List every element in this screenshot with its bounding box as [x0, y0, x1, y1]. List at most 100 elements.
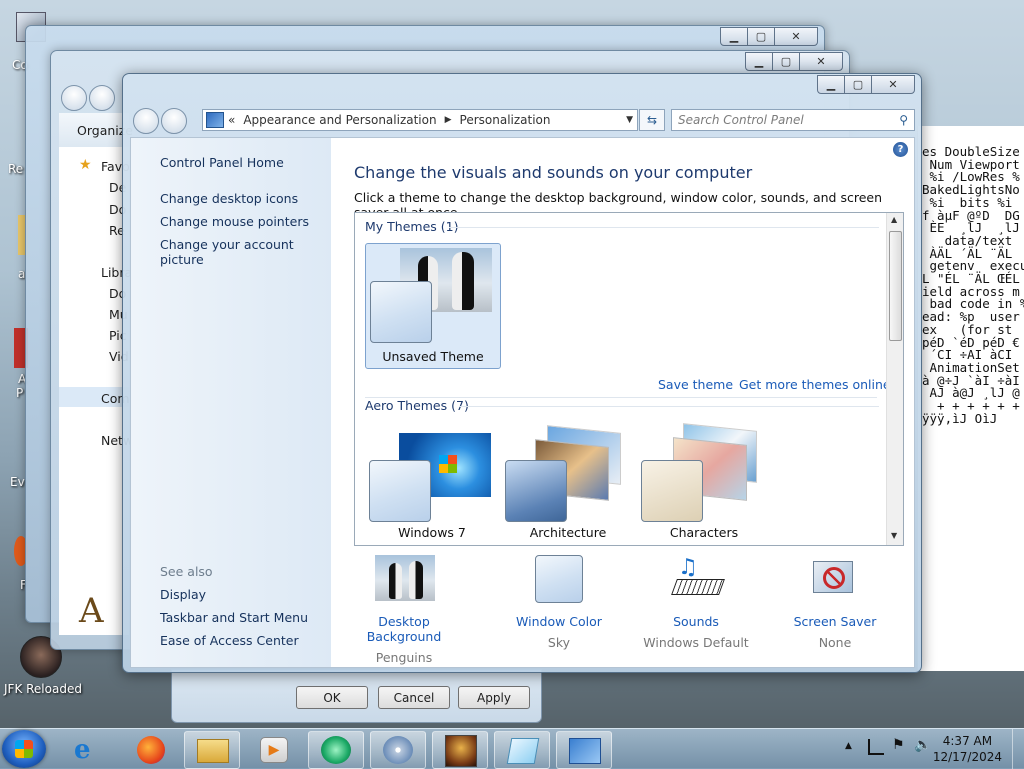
- cancel-button[interactable]: Cancel: [378, 686, 450, 709]
- desktop-icon-label: Re: [8, 162, 24, 176]
- taskbar-media-player[interactable]: ▶: [246, 731, 300, 767]
- desktop-icon-label: P: [16, 386, 24, 400]
- change-mouse-pointers-link[interactable]: Change mouse pointers: [160, 214, 309, 229]
- taskbar-firefox[interactable]: [124, 731, 178, 767]
- ok-button[interactable]: OK: [296, 686, 368, 709]
- help-icon[interactable]: ?: [893, 142, 908, 157]
- ease-of-access-link[interactable]: Ease of Access Center: [160, 633, 299, 648]
- search-icon: ⚲: [899, 113, 908, 127]
- page-title: Change the visuals and sounds on your co…: [354, 163, 753, 182]
- taskbar-notes[interactable]: [494, 731, 550, 769]
- action-center-flag-icon[interactable]: ⚑: [892, 737, 905, 753]
- refresh-button[interactable]: ⇆: [639, 109, 665, 131]
- back-button[interactable]: [133, 108, 159, 134]
- maximize-button[interactable]: ▢: [772, 52, 800, 71]
- search-placeholder: Search Control Panel: [678, 113, 804, 127]
- network-icon[interactable]: [868, 739, 884, 755]
- screen-saver-label[interactable]: Screen Saver: [775, 614, 895, 629]
- caption-buttons: ▁ ▢ ✕: [720, 27, 818, 46]
- sounds-value: Windows Default: [643, 635, 749, 650]
- console-window: es DoubleSize Num Viewport %i /LowRes % …: [917, 126, 1024, 671]
- window-color-swatch: [370, 281, 432, 343]
- aero-themes-header: Aero Themes (7): [365, 398, 469, 413]
- theme-tile-windows7[interactable]: Windows 7: [365, 423, 499, 545]
- penguin-figure: [452, 252, 474, 310]
- search-input[interactable]: Search Control Panel ⚲: [671, 109, 915, 131]
- change-account-picture-link[interactable]: Change your account picture: [160, 237, 331, 267]
- close-button[interactable]: ✕: [774, 27, 818, 46]
- show-desktop-button[interactable]: [1012, 729, 1024, 769]
- taskbar-app-green[interactable]: [308, 731, 364, 769]
- system-clock[interactable]: 4:37 AM 12/17/2024: [933, 733, 1002, 765]
- properties-dialog: OK Cancel Apply: [171, 669, 542, 723]
- address-bar[interactable]: « Appearance and Personalization ▶ Perso…: [202, 109, 638, 131]
- unsaved-theme-label: Unsaved Theme: [382, 349, 484, 364]
- jfk-reloaded-label[interactable]: JFK Reloaded: [4, 682, 82, 696]
- desktop-background-label[interactable]: Desktop Background: [344, 614, 464, 644]
- volume-icon[interactable]: 🔈: [914, 737, 931, 753]
- close-button[interactable]: ✕: [871, 75, 915, 94]
- maximize-button[interactable]: ▢: [844, 75, 872, 94]
- theme-tile-characters[interactable]: Characters: [637, 423, 771, 545]
- scroll-down-arrow-icon[interactable]: ▼: [891, 531, 897, 540]
- unsaved-theme-tile[interactable]: Unsaved Theme: [365, 243, 501, 369]
- taskbar-jfk[interactable]: [432, 731, 488, 769]
- caption-buttons: ▁ ▢ ✕: [745, 52, 843, 71]
- desktop-background-item[interactable]: Desktop Background Penguins: [344, 555, 464, 665]
- setup-disc-icon: [383, 736, 413, 764]
- sounds-icon: ♫: [671, 555, 725, 603]
- apply-button[interactable]: Apply: [458, 686, 530, 709]
- get-more-themes-link[interactable]: Get more themes online: [739, 377, 891, 392]
- explorer-forward-button[interactable]: [89, 85, 115, 111]
- display-link[interactable]: Display: [160, 587, 206, 602]
- window-color-item[interactable]: Window Color Sky: [499, 555, 619, 650]
- maximize-button[interactable]: ▢: [747, 27, 775, 46]
- theme-label-architecture: Architecture: [529, 525, 607, 540]
- breadcrumb-separator-icon: ▶: [444, 115, 452, 125]
- close-button[interactable]: ✕: [799, 52, 843, 71]
- address-dropdown-icon[interactable]: ▼: [626, 115, 633, 125]
- taskbar-control-panel[interactable]: [556, 731, 612, 769]
- penguin-figure: [389, 563, 402, 599]
- taskbar-explorer[interactable]: [184, 731, 240, 769]
- start-button[interactable]: [2, 730, 46, 768]
- theme-label-windows7: Windows 7: [398, 525, 466, 540]
- desktop-background-value: Penguins: [375, 650, 433, 665]
- breadcrumb-item-appearance[interactable]: Appearance and Personalization: [243, 113, 436, 127]
- windows-flag-icon: [439, 455, 457, 473]
- scroll-up-arrow-icon[interactable]: ▲: [891, 215, 897, 224]
- taskbar-setup[interactable]: [370, 731, 426, 769]
- desktop-background-icon: [375, 555, 435, 601]
- portrait-icon: [445, 735, 477, 767]
- themes-list: My Themes (1) Unsaved Theme Save theme G…: [354, 212, 904, 546]
- window-color-label[interactable]: Window Color: [499, 614, 619, 629]
- caption-buttons: ▁ ▢ ✕: [817, 75, 915, 94]
- themes-scrollbar[interactable]: ▲ ▼: [886, 213, 903, 545]
- forward-button[interactable]: [161, 108, 187, 134]
- sounds-item[interactable]: ♫ Sounds Windows Default: [636, 555, 756, 650]
- keyboard-shape: [671, 579, 725, 595]
- favorites-star-icon: ★: [79, 157, 92, 173]
- save-theme-link[interactable]: Save theme: [658, 377, 733, 392]
- no-symbol-icon: [823, 567, 845, 589]
- theme-tile-architecture[interactable]: Architecture: [501, 423, 635, 545]
- control-panel-home-link[interactable]: Control Panel Home: [160, 155, 284, 170]
- minimize-button[interactable]: ▁: [817, 75, 845, 94]
- scrollbar-thumb[interactable]: [889, 231, 902, 341]
- breadcrumb-item-personalization[interactable]: Personalization: [460, 113, 551, 127]
- clock-date: 12/17/2024: [932, 750, 1002, 764]
- my-themes-header: My Themes (1): [365, 219, 459, 234]
- personalization-window: ▁ ▢ ✕ « Appearance and Personalization ▶…: [122, 73, 922, 673]
- media-player-icon: ▶: [260, 737, 288, 763]
- minimize-button[interactable]: ▁: [745, 52, 773, 71]
- change-desktop-icons-link[interactable]: Change desktop icons: [160, 191, 298, 206]
- taskbar: e ▶ ▲ ⚑ 🔈 4:37 AM 12/17/2024: [0, 728, 1024, 769]
- minimize-button[interactable]: ▁: [720, 27, 748, 46]
- screen-saver-item[interactable]: Screen Saver None: [775, 555, 895, 650]
- taskbar-start-menu-link[interactable]: Taskbar and Start Menu: [160, 610, 308, 625]
- explorer-back-button[interactable]: [61, 85, 87, 111]
- music-note-icon: ♫: [678, 555, 698, 580]
- taskbar-internet-explorer[interactable]: e: [62, 731, 116, 767]
- show-hidden-icons-button[interactable]: ▲: [845, 741, 852, 751]
- sounds-label[interactable]: Sounds: [636, 614, 756, 629]
